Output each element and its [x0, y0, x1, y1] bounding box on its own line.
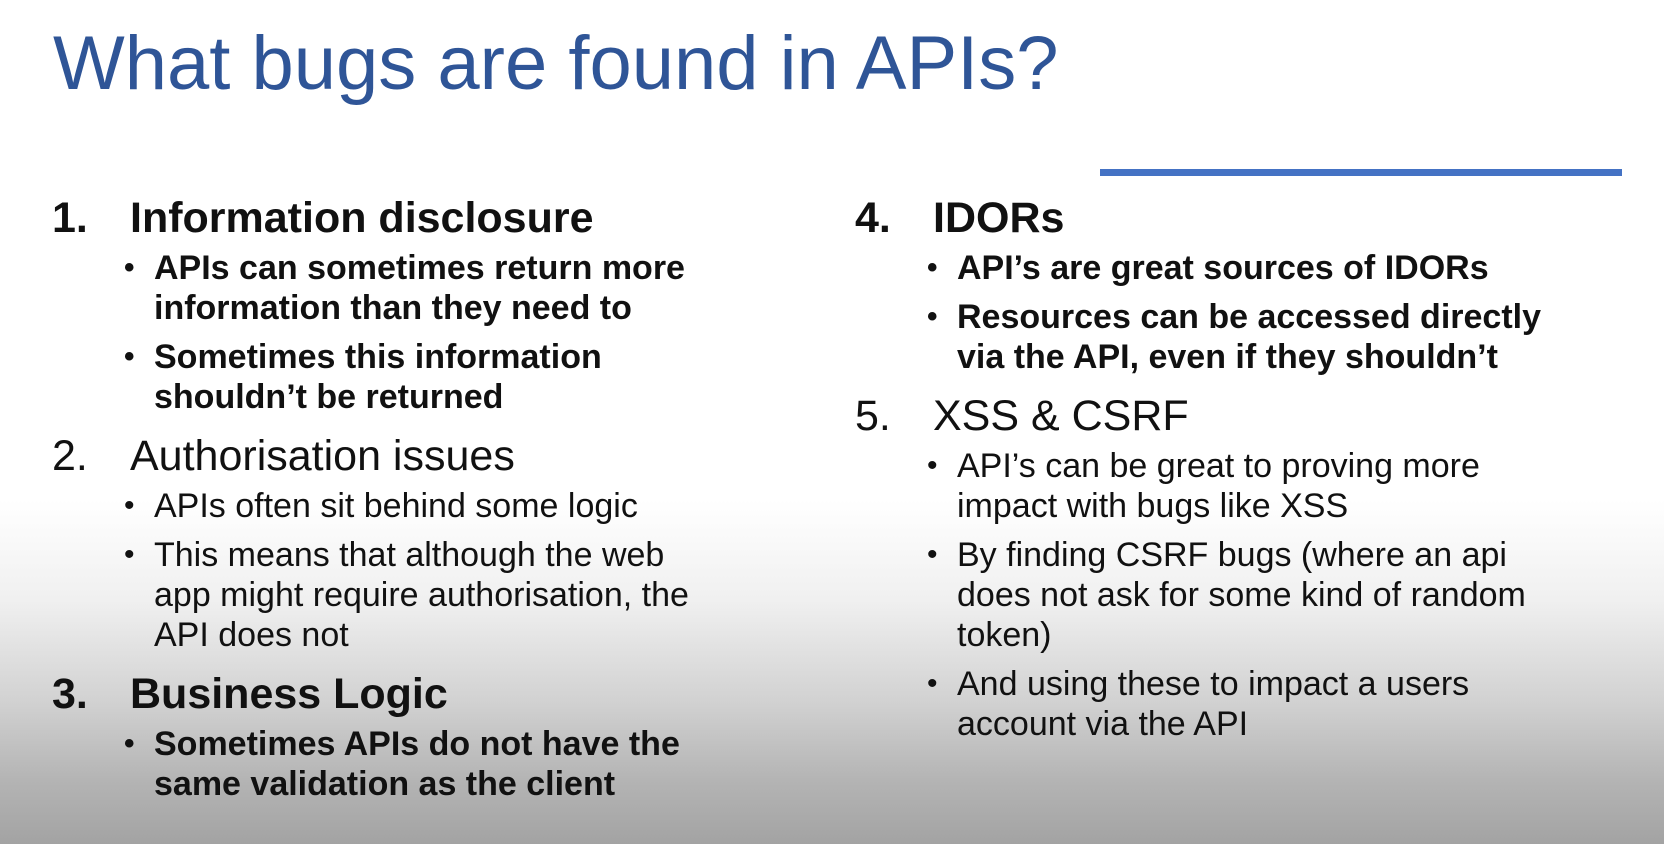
bullet-point: • APIs can sometimes return more informat… — [124, 248, 792, 328]
topic-number: 1. — [52, 194, 88, 242]
slide-title: What bugs are found in APIs? — [53, 21, 1059, 106]
bullet-point: • API’s are great sources of IDORs — [927, 248, 1635, 288]
bullet-text: API’s are great sources of IDORs — [957, 249, 1489, 287]
topic-information-disclosure: 1. Information disclosure • APIs can some… — [52, 188, 792, 417]
bullet-text: APIs often sit behind some logic — [154, 487, 638, 525]
topic-heading: 3. Business Logic — [52, 664, 792, 724]
bullet-dot-icon: • — [124, 340, 135, 373]
bullet-point: • This means that although the web app mi… — [124, 535, 792, 655]
topic-heading: 2. Authorisation issues — [52, 426, 792, 486]
bullet-point: • Sometimes this information shouldn’t be… — [124, 337, 792, 417]
topic-idors: 4. IDORs • API’s are great sources of IDO… — [855, 188, 1635, 377]
topic-number: 2. — [52, 432, 88, 480]
topic-number: 4. — [855, 194, 891, 242]
topic-title: Business Logic — [130, 670, 448, 718]
topic-heading: 5. XSS & CSRF — [855, 386, 1635, 446]
right-column: 4. IDORs • API’s are great sources of IDO… — [855, 188, 1635, 753]
topic-points: • APIs often sit behind some logic • This … — [52, 486, 792, 655]
bullet-dot-icon: • — [927, 251, 938, 284]
topic-points: • API’s are great sources of IDORs • Resou… — [855, 248, 1635, 377]
topic-points: • API’s can be great to proving more impa… — [855, 446, 1635, 744]
bullet-dot-icon: • — [124, 538, 135, 571]
bullet-point: • API’s can be great to proving more impa… — [927, 446, 1635, 526]
bullet-text: Sometimes APIs do not have the same vali… — [154, 725, 680, 803]
bullet-dot-icon: • — [124, 251, 135, 284]
bullet-text: APIs can sometimes return more informati… — [154, 249, 685, 327]
topic-title: Information disclosure — [130, 194, 594, 242]
bullet-dot-icon: • — [124, 489, 135, 522]
topic-title: Authorisation issues — [130, 432, 515, 480]
topic-number: 5. — [855, 392, 891, 440]
bullet-dot-icon: • — [927, 667, 938, 700]
bullet-text: API’s can be great to proving more impac… — [957, 447, 1480, 525]
bullet-point: • APIs often sit behind some logic — [124, 486, 792, 526]
bullet-text: And using these to impact a users accoun… — [957, 665, 1470, 743]
topic-points: • APIs can sometimes return more informat… — [52, 248, 792, 417]
topic-xss-csrf: 5. XSS & CSRF • API’s can be great to pro… — [855, 386, 1635, 744]
topic-authorisation-issues: 2. Authorisation issues • APIs often sit … — [52, 426, 792, 655]
topic-business-logic: 3. Business Logic • Sometimes APIs do not… — [52, 664, 792, 804]
topic-heading: 4. IDORs — [855, 188, 1635, 248]
title-underline — [1100, 169, 1622, 176]
bullet-dot-icon: • — [124, 727, 135, 760]
topic-title: XSS & CSRF — [933, 392, 1189, 440]
topic-heading: 1. Information disclosure — [52, 188, 792, 248]
bullet-point: • And using these to impact a users accou… — [927, 664, 1635, 744]
bullet-point: • By finding CSRF bugs (where an api does… — [927, 535, 1635, 655]
topic-title: IDORs — [933, 194, 1065, 242]
topic-points: • Sometimes APIs do not have the same val… — [52, 724, 792, 804]
left-column: 1. Information disclosure • APIs can some… — [52, 188, 792, 813]
bullet-dot-icon: • — [927, 538, 938, 571]
topic-number: 3. — [52, 670, 88, 718]
bullet-point: • Sometimes APIs do not have the same val… — [124, 724, 792, 804]
bullet-text: Resources can be accessed directly via t… — [957, 298, 1541, 376]
bullet-point: • Resources can be accessed directly via … — [927, 297, 1635, 377]
bullet-dot-icon: • — [927, 449, 938, 482]
bullet-text: This means that although the web app mig… — [154, 536, 689, 654]
bullet-dot-icon: • — [927, 300, 938, 333]
bullet-text: By finding CSRF bugs (where an api does … — [957, 536, 1526, 654]
bullet-text: Sometimes this information shouldn’t be … — [154, 338, 602, 416]
